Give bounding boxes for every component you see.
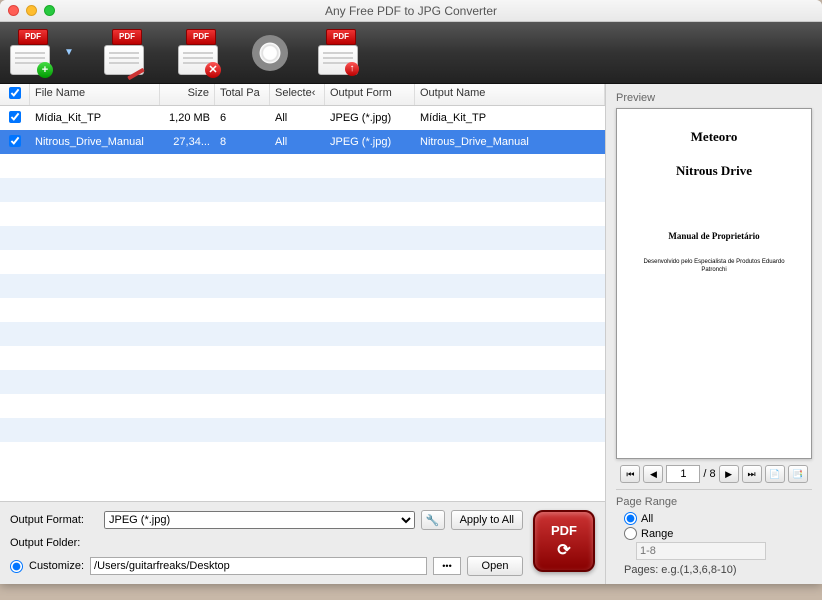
cell-selected: All [270, 110, 325, 126]
col-outname[interactable]: Output Name [415, 84, 605, 105]
pager: ⏮ ◀ / 8 ▶ ⏭ 📄 📑 [616, 465, 812, 483]
pen-icon [127, 67, 145, 79]
row-checkbox[interactable] [9, 135, 21, 147]
customize-radio[interactable] [10, 560, 23, 573]
output-format-select[interactable]: JPEG (*.jpg) [104, 511, 415, 529]
table-row[interactable]: Nitrous_Drive_Manual27,34...8AllJPEG (*.… [0, 130, 605, 154]
plus-icon: + [37, 62, 53, 78]
output-folder-label: Output Folder: [10, 537, 98, 549]
cell-outname: Mídia_Kit_TP [415, 110, 605, 126]
output-panel: Output Format: JPEG (*.jpg) 🔧 Apply to A… [0, 501, 605, 584]
apply-to-all-button[interactable]: Apply to All [451, 510, 523, 530]
last-page-button[interactable]: ⏭ [742, 465, 762, 483]
page-input[interactable] [666, 465, 700, 483]
page-range-label: Page Range [616, 496, 812, 508]
preview-page: Meteoro Nitrous Drive Manual de Propriet… [616, 108, 812, 459]
preview-label: Preview [616, 92, 812, 104]
cell-size: 1,20 MB [160, 110, 215, 126]
export-page-button[interactable]: 📑 [788, 465, 808, 483]
remove-file-button[interactable]: PDF ✕ [178, 31, 222, 75]
cell-selected: All [270, 134, 325, 150]
export-button[interactable]: PDF ↑ [318, 31, 362, 75]
range-all-radio[interactable] [624, 512, 637, 525]
add-dropdown-icon[interactable]: ▼ [64, 47, 74, 58]
cell-filename: Mídia_Kit_TP [30, 110, 160, 126]
cell-totalp: 8 [215, 134, 270, 150]
select-all-checkbox[interactable] [9, 87, 21, 99]
col-size[interactable]: Size [160, 84, 215, 105]
range-hint: Pages: e.g.(1,3,6,8-10) [624, 564, 812, 576]
pdf-badge-icon: PDF [186, 29, 216, 45]
col-totalp[interactable]: Total Pa [215, 84, 270, 105]
customize-label: Customize: [29, 560, 84, 572]
page-total: 8 [709, 468, 715, 480]
convert-button[interactable]: PDF ⟳ [533, 510, 595, 572]
pdf-badge-icon: PDF [326, 29, 356, 45]
col-filename[interactable]: File Name [30, 84, 160, 105]
cell-outfmt: JPEG (*.jpg) [325, 134, 415, 150]
first-page-button[interactable]: ⏮ [620, 465, 640, 483]
prev-page-button[interactable]: ◀ [643, 465, 663, 483]
sidebar: Preview Meteoro Nitrous Drive Manual de … [606, 84, 822, 584]
window-title: Any Free PDF to JPG Converter [0, 4, 822, 18]
add-file-button[interactable]: PDF + [10, 31, 54, 75]
format-settings-button[interactable]: 🔧 [421, 510, 445, 530]
next-page-button[interactable]: ▶ [719, 465, 739, 483]
cell-outname: Nitrous_Drive_Manual [415, 134, 605, 150]
output-format-label: Output Format: [10, 514, 98, 526]
edit-button[interactable]: PDF [104, 31, 148, 75]
page-range-panel: Page Range All Range Pages: e.g.(1,3,6,8… [616, 489, 812, 576]
col-selected[interactable]: Selecte‹ [270, 84, 325, 105]
up-arrow-icon: ↑ [345, 62, 359, 76]
output-path-input[interactable] [90, 557, 427, 575]
copy-page-button[interactable]: 📄 [765, 465, 785, 483]
cell-filename: Nitrous_Drive_Manual [30, 134, 160, 150]
toolbar: PDF + ▼ PDF PDF ✕ PDF ↑ [0, 22, 822, 84]
cell-outfmt: JPEG (*.jpg) [325, 110, 415, 126]
range-range-radio[interactable] [624, 527, 637, 540]
range-input[interactable] [636, 542, 766, 560]
file-table: File Name Size Total Pa Selecte‹ Output … [0, 84, 605, 501]
table-header: File Name Size Total Pa Selecte‹ Output … [0, 84, 605, 106]
pdf-badge-icon: PDF [112, 29, 142, 45]
settings-button[interactable] [252, 35, 288, 71]
cell-totalp: 6 [215, 110, 270, 126]
row-checkbox[interactable] [9, 111, 21, 123]
cell-size: 27,34... [160, 134, 215, 150]
open-folder-button[interactable]: Open [467, 556, 523, 576]
titlebar: Any Free PDF to JPG Converter [0, 0, 822, 22]
col-outfmt[interactable]: Output Form [325, 84, 415, 105]
browse-button[interactable]: ••• [433, 557, 461, 575]
app-window: Any Free PDF to JPG Converter PDF + ▼ PD… [0, 0, 822, 584]
table-row[interactable]: Mídia_Kit_TP1,20 MB6AllJPEG (*.jpg)Mídia… [0, 106, 605, 130]
pdf-badge-icon: PDF [18, 29, 48, 45]
delete-icon: ✕ [205, 62, 221, 78]
